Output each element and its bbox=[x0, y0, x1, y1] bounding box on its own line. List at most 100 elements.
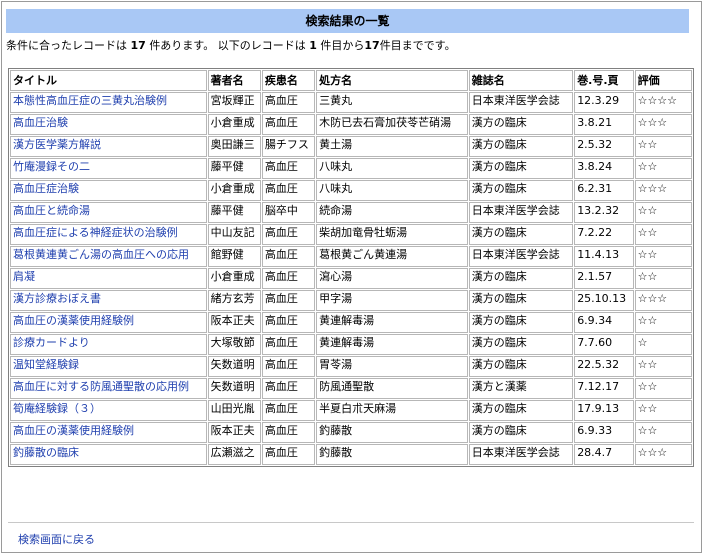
cell-prescription: 黄連解毒湯 bbox=[316, 312, 468, 333]
cell-author: 広瀬滋之 bbox=[207, 444, 261, 465]
results-body: 本態性高血圧症の三黄丸治験例 宮坂輝正 高血圧 三黄丸 日本東洋医学会誌 12.3.29 ☆… bbox=[10, 92, 692, 465]
cell-author: 藤平健 bbox=[207, 202, 261, 223]
cell-journal: 漢方の臨床 bbox=[468, 180, 574, 201]
record-title-link[interactable]: 漢方診療おぼえ書 bbox=[13, 292, 101, 305]
cell-title: 高血圧の漢薬使用経験例 bbox=[10, 422, 207, 443]
cell-rating: ☆☆☆☆ bbox=[634, 92, 692, 113]
cell-disease: 脳卒中 bbox=[261, 202, 316, 223]
table-row: 高血圧治験 小倉重成 高血圧 木防已去石膏加茯苓芒硝湯 漢方の臨床 3.8.21 ☆☆☆ bbox=[10, 114, 692, 135]
record-title-link[interactable]: 高血圧治験 bbox=[13, 116, 68, 129]
cell-title: 本態性高血圧症の三黄丸治験例 bbox=[10, 92, 207, 113]
table-row: 高血圧症治験 小倉重成 高血圧 八味丸 漢方の臨床 6.2.31 ☆☆☆ bbox=[10, 180, 692, 201]
cell-prescription: 胃苓湯 bbox=[316, 356, 468, 377]
cell-volume: 6.9.33 bbox=[574, 422, 634, 443]
cell-author: 矢数道明 bbox=[207, 356, 261, 377]
table-row: 高血圧に対する防風通聖散の応用例 矢数道明 高血圧 防風通聖散 漢方と漢薬 7.12.17… bbox=[10, 378, 692, 399]
record-title-link[interactable]: 本態性高血圧症の三黄丸治験例 bbox=[13, 94, 167, 107]
record-title-link[interactable]: 高血圧症による神経症状の治験例 bbox=[13, 226, 178, 239]
cell-disease: 高血圧 bbox=[261, 246, 316, 267]
cell-author: 小倉重成 bbox=[207, 268, 261, 289]
cell-rating: ☆☆ bbox=[634, 312, 692, 333]
cell-disease: 高血圧 bbox=[261, 92, 316, 113]
header-author: 著者名 bbox=[207, 70, 261, 91]
cell-volume: 22.5.32 bbox=[574, 356, 634, 377]
record-title-link[interactable]: 葛根黄連黄ごん湯の高血圧への応用 bbox=[13, 248, 189, 261]
cell-title: 高血圧に対する防風通聖散の応用例 bbox=[10, 378, 207, 399]
record-title-link[interactable]: 釣藤散の臨床 bbox=[13, 446, 79, 459]
cell-journal: 日本東洋医学会誌 bbox=[468, 202, 574, 223]
table-row: 筍庵経験録（３） 山田光胤 高血圧 半夏白朮天麻湯 漢方の臨床 17.9.13 ☆☆ bbox=[10, 400, 692, 421]
header-title: タイトル bbox=[10, 70, 207, 91]
cell-disease: 高血圧 bbox=[261, 268, 316, 289]
record-title-link[interactable]: 高血圧に対する防風通聖散の応用例 bbox=[13, 380, 189, 393]
cell-disease: 高血圧 bbox=[261, 180, 316, 201]
cell-volume: 12.3.29 bbox=[574, 92, 634, 113]
cell-volume: 7.2.22 bbox=[574, 224, 634, 245]
cell-journal: 漢方の臨床 bbox=[468, 312, 574, 333]
record-title-link[interactable]: 竹庵漫録その二 bbox=[13, 160, 90, 173]
cell-rating: ☆☆ bbox=[634, 246, 692, 267]
cell-prescription: 甲字湯 bbox=[316, 290, 468, 311]
cell-author: 大塚敬節 bbox=[207, 334, 261, 355]
cell-prescription: 黄土湯 bbox=[316, 136, 468, 157]
record-title-link[interactable]: 漢方医学薬方解説 bbox=[13, 138, 101, 151]
cell-disease: 高血圧 bbox=[261, 422, 316, 443]
record-title-link[interactable]: 肩凝 bbox=[13, 270, 35, 283]
result-count: 17 bbox=[130, 39, 146, 52]
cell-title: 高血圧症による神経症状の治験例 bbox=[10, 224, 207, 245]
cell-author: 中山友記 bbox=[207, 224, 261, 245]
record-title-link[interactable]: 高血圧の漢薬使用経験例 bbox=[13, 424, 134, 437]
cell-disease: 高血圧 bbox=[261, 312, 316, 333]
cell-prescription: 釣藤散 bbox=[316, 422, 468, 443]
summary-text-4: 件目までです。 bbox=[379, 39, 456, 52]
cell-prescription: 防風通聖散 bbox=[316, 378, 468, 399]
header-prescription: 処方名 bbox=[316, 70, 468, 91]
record-title-link[interactable]: 筍庵経験録（３） bbox=[13, 402, 101, 415]
cell-rating: ☆☆ bbox=[634, 202, 692, 223]
table-row: 温知堂経験録 矢数道明 高血圧 胃苓湯 漢方の臨床 22.5.32 ☆☆ bbox=[10, 356, 692, 377]
cell-rating: ☆ bbox=[634, 334, 692, 355]
cell-volume: 2.1.57 bbox=[574, 268, 634, 289]
record-title-link[interactable]: 高血圧と続命湯 bbox=[13, 204, 90, 217]
cell-rating: ☆☆☆ bbox=[634, 444, 692, 465]
cell-prescription: 続命湯 bbox=[316, 202, 468, 223]
cell-journal: 日本東洋医学会誌 bbox=[468, 92, 574, 113]
back-to-search-link[interactable]: 検索画面に戻る bbox=[18, 533, 95, 546]
cell-author: 阪本正夫 bbox=[207, 422, 261, 443]
cell-author: 藤平健 bbox=[207, 158, 261, 179]
cell-journal: 漢方の臨床 bbox=[468, 158, 574, 179]
cell-title: 肩凝 bbox=[10, 268, 207, 289]
cell-volume: 6.2.31 bbox=[574, 180, 634, 201]
summary-text-1: 条件に合ったレコードは bbox=[6, 39, 127, 52]
cell-rating: ☆☆☆ bbox=[634, 290, 692, 311]
cell-title: 高血圧と続命湯 bbox=[10, 202, 207, 223]
cell-volume: 2.5.32 bbox=[574, 136, 634, 157]
cell-disease: 高血圧 bbox=[261, 114, 316, 135]
cell-volume: 7.12.17 bbox=[574, 378, 634, 399]
table-row: 診療カードより 大塚敬節 高血圧 黄連解毒湯 漢方の臨床 7.7.60 ☆ bbox=[10, 334, 692, 355]
cell-volume: 3.8.24 bbox=[574, 158, 634, 179]
cell-disease: 高血圧 bbox=[261, 334, 316, 355]
record-title-link[interactable]: 高血圧の漢薬使用経験例 bbox=[13, 314, 134, 327]
cell-journal: 漢方の臨床 bbox=[468, 356, 574, 377]
summary-text-3: 件目から bbox=[320, 39, 365, 52]
cell-title: 漢方診療おぼえ書 bbox=[10, 290, 207, 311]
table-row: 漢方診療おぼえ書 緒方玄芳 高血圧 甲字湯 漢方の臨床 25.10.13 ☆☆☆ bbox=[10, 290, 692, 311]
table-row: 高血圧の漢薬使用経験例 阪本正夫 高血圧 黄連解毒湯 漢方の臨床 6.9.34 ☆☆ bbox=[10, 312, 692, 333]
summary-text-2: 件あります。 以下のレコードは bbox=[149, 39, 306, 52]
cell-volume: 13.2.32 bbox=[574, 202, 634, 223]
cell-volume: 17.9.13 bbox=[574, 400, 634, 421]
cell-volume: 25.10.13 bbox=[574, 290, 634, 311]
record-title-link[interactable]: 高血圧症治験 bbox=[13, 182, 79, 195]
cell-disease: 高血圧 bbox=[261, 356, 316, 377]
record-title-link[interactable]: 診療カードより bbox=[13, 336, 90, 349]
cell-prescription: 柴胡加竜骨牡蛎湯 bbox=[316, 224, 468, 245]
cell-prescription: 三黄丸 bbox=[316, 92, 468, 113]
cell-rating: ☆☆ bbox=[634, 422, 692, 443]
cell-title: 釣藤散の臨床 bbox=[10, 444, 207, 465]
cell-author: 奥田謙三 bbox=[207, 136, 261, 157]
cell-disease: 高血圧 bbox=[261, 378, 316, 399]
table-row: 高血圧の漢薬使用経験例 阪本正夫 高血圧 釣藤散 漢方の臨床 6.9.33 ☆☆ bbox=[10, 422, 692, 443]
record-title-link[interactable]: 温知堂経験録 bbox=[13, 358, 79, 371]
cell-prescription: 木防已去石膏加茯苓芒硝湯 bbox=[316, 114, 468, 135]
